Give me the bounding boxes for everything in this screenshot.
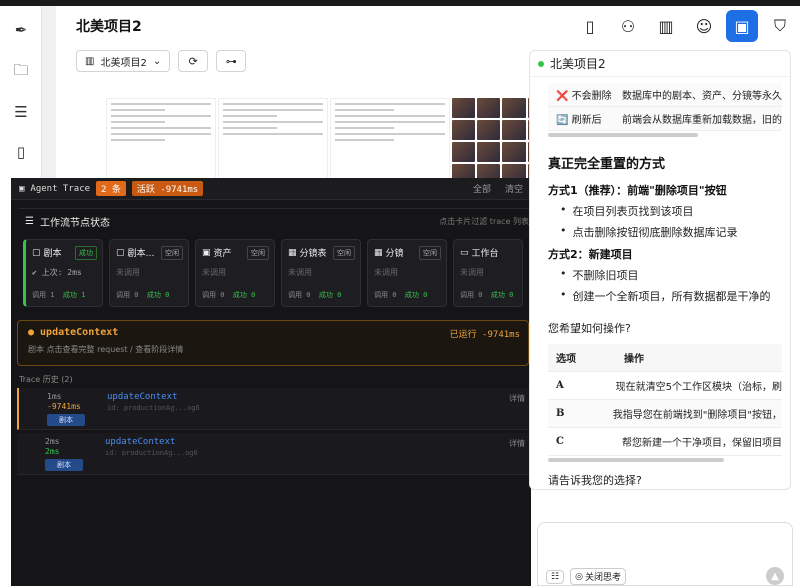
table-row[interactable]: 1ms -9741ms 剧本 updateContext id: product… [17, 388, 529, 430]
history-title: Trace 历史 (2) [19, 375, 73, 384]
project-icon: ▥ [85, 55, 95, 67]
script-book-icon[interactable]: ▯ [574, 10, 606, 42]
monitor-icon: ▭ [460, 247, 469, 258]
document-icon[interactable]: ☰ [11, 102, 31, 122]
options-table: 选项 操作 A 现在就清空5个工作区模块（治标，刷 B 我指导您在前端找到"删除项目"… [548, 344, 782, 456]
trace-header: ▣ Agent Trace 2 条 活跃 -9741ms 全部 清空 [11, 178, 531, 200]
horizontal-scrollbar[interactable] [548, 133, 698, 137]
online-dot-icon [538, 60, 544, 67]
list-item: 不删除旧项目 [560, 267, 790, 283]
list-item: 点击删除按钮彻底删除数据库记录 [560, 224, 790, 240]
grid-icon: ▦ [288, 247, 297, 258]
bag-icon[interactable]: ⛉ [764, 10, 796, 42]
detail-link[interactable]: 详情 [509, 438, 525, 449]
think-toggle[interactable]: ◎ 关闭思考 [570, 568, 626, 585]
table-row: C 帮您新建一个干净项目，保留旧项目 [548, 428, 782, 456]
method-2-title: 方式2：新建项目 [548, 248, 633, 261]
agent-trace-panel: ▣ Agent Trace 2 条 活跃 -9741ms 全部 清空 ☰ 工作流… [11, 178, 531, 586]
project-toolbar: ▥ 北美项目2 ⌄ ⟳ ⊶ [76, 50, 247, 72]
list-item: 创建一个全新项目，所有数据都是干净的 [560, 288, 790, 304]
question-text: 您希望如何操作? [548, 322, 631, 335]
node-card[interactable]: ▦ 分镜 空闲 未调用 调用 0 成功 0 [367, 239, 447, 307]
book-icon[interactable]: ▯ [11, 142, 31, 162]
detail-link[interactable]: 详情 [509, 393, 525, 404]
list-item: 在项目列表页找到该项目 [560, 203, 790, 219]
send-button[interactable]: ▲ [766, 567, 784, 585]
grid-icon: ▦ [374, 247, 383, 258]
message-heading: 真正完全重置的方式 [548, 157, 666, 172]
node-card[interactable]: ▢ 剧本… 空闲 未调用 调用 0 成功 0 [109, 239, 189, 307]
table-row[interactable]: 2ms 2ms 剧本 updateContext id: productionA… [17, 433, 529, 475]
storyboard-table-icon[interactable]: ▥ [650, 10, 682, 42]
page-thumbnails [106, 98, 576, 184]
workflow-status: ☰ 工作流节点状态 点击卡片过滤 trace 列表 ▢ 剧本 成功 ✔ 上次: 2… [19, 208, 531, 310]
folder-icon[interactable]: 🗀 [11, 61, 31, 82]
prompt-text: 请告诉我您的选择? [548, 474, 642, 487]
horizontal-scrollbar[interactable] [548, 458, 724, 462]
image-icon: ▣ [202, 247, 211, 258]
video-workbench-icon[interactable]: ▣ [726, 10, 758, 42]
thumbnail[interactable] [218, 98, 328, 184]
workflow-nodes: ▢ 剧本 成功 ✔ 上次: 2ms 调用 1 成功 1 ▢ 剧本… 空闲 未调用 调… [19, 239, 531, 307]
node-card[interactable]: ▭工作台 空闲 未调用 调用 0 成功 0 [453, 239, 523, 307]
chat-panel: 北美项目2 ❌ 不会删除 数据库中的剧本、资产、分镜等永久 🔄 刷新后 前端会从数据… [529, 50, 791, 490]
top-toolbar: ▯ ⚇ ▥ ☺ ▣ ⛉ [574, 6, 800, 46]
node-card[interactable]: ▣ 资产 空闲 未调用 调用 0 成功 0 [195, 239, 275, 307]
info-table: ❌ 不会删除 数据库中的剧本、资产、分镜等永久 🔄 刷新后 前端会从数据库重新加载数… [548, 83, 782, 131]
count-badge: 2 条 [96, 181, 126, 196]
refresh-button[interactable]: ⟳ [178, 50, 209, 72]
bulb-icon: ◎ [575, 571, 583, 582]
method-1-title: 方式1（推荐）：前端"删除项目"按钮 [548, 184, 727, 197]
assets-icon[interactable]: ⚇ [612, 10, 644, 42]
running-update-card[interactable]: ● updateContext 已运行 -9741ms 剧本 点击查看完整 req… [17, 320, 529, 366]
page-title: 北美项目2 [76, 19, 142, 35]
script-icon: ▢ [32, 247, 41, 258]
users-icon[interactable]: ☺ [688, 10, 720, 42]
clear-button[interactable]: 清空 [505, 182, 523, 195]
node-card[interactable]: ▦ 分镜表 空闲 未调用 调用 0 成功 0 [281, 239, 361, 307]
arrow-up-icon: ▲ [771, 570, 779, 582]
thumbnail[interactable] [106, 98, 216, 184]
thumbnail[interactable] [330, 98, 450, 184]
refresh-icon: ⟳ [188, 54, 198, 68]
chevron-down-icon: ⌄ [152, 55, 162, 67]
table-row: 🔄 刷新后 前端会从数据库重新加载数据，旧的 [548, 107, 782, 131]
table-row: B 我指导您在前端找到"删除项目"按钮， [548, 400, 782, 428]
tree-icon: ⊶ [225, 54, 237, 68]
table-header: 选项 操作 [548, 344, 782, 372]
sliders-icon: ☷ [551, 571, 560, 582]
active-badge: 活跃 -9741ms [131, 181, 204, 196]
check-icon: ✔ [32, 268, 37, 277]
node-card[interactable]: ▢ 剧本 成功 ✔ 上次: 2ms 调用 1 成功 1 [23, 239, 103, 307]
list-icon: ☰ [25, 215, 34, 227]
running-dot-icon: ● [28, 327, 35, 338]
tree-button[interactable]: ⊶ [216, 50, 247, 72]
app-logo-icon[interactable]: ✒ [11, 20, 31, 40]
trace-icon: ▣ [19, 183, 25, 194]
project-select[interactable]: ▥ 北美项目2 ⌄ [76, 50, 171, 72]
table-row: ❌ 不会删除 数据库中的剧本、资产、分镜等永久 [548, 83, 782, 107]
script-icon: ▢ [116, 247, 125, 258]
chat-header: 北美项目2 [530, 51, 790, 77]
table-row: A 现在就清空5个工作区模块（治标，刷 [548, 372, 782, 400]
chat-input[interactable]: ☷ ◎ 关闭思考 ▲ [537, 522, 793, 586]
filter-all-button[interactable]: 全部 [473, 182, 491, 195]
settings-button[interactable]: ☷ [546, 569, 565, 584]
